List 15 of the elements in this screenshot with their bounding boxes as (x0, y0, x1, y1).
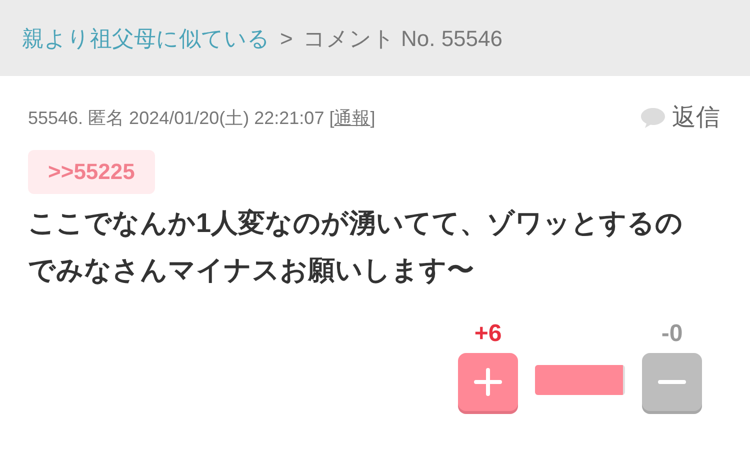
breadcrumb-separator: > (280, 24, 293, 52)
speech-bubble-icon (640, 107, 666, 129)
plus-button[interactable] (458, 353, 518, 411)
thread-link[interactable]: 親より祖父母に似ている (22, 22, 270, 54)
comment-meta: 55546. 匿名 2024/01/20(土) 22:21:07 [ (28, 106, 334, 130)
comment-body: ここでなんか1人変なのが湧いてて、ゾワッとするのでみなさんマイナスお願いします〜 (28, 207, 684, 287)
plus-count: +6 (474, 319, 502, 349)
bracket: ] (370, 106, 376, 130)
minus-button[interactable] (642, 353, 702, 411)
report-link[interactable]: 通報 (334, 104, 370, 132)
plus-icon (474, 368, 502, 396)
breadcrumb-current: コメント No. 55546 (302, 24, 502, 52)
minus-count: -0 (661, 319, 683, 349)
reply-button[interactable]: 返信 (640, 100, 720, 136)
minus-icon (658, 380, 686, 384)
